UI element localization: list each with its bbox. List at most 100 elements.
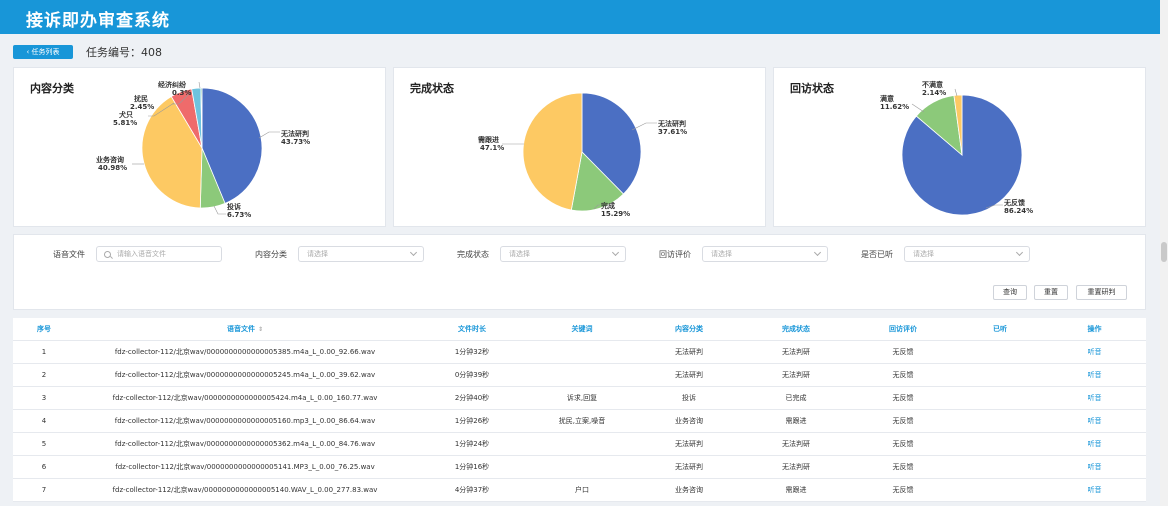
column-header: 完成状态 [743,318,849,341]
cell-status: 无法判研 [743,432,849,456]
slice-label-name: 投诉 [227,202,241,211]
cell-duration: 2分钟40秒 [415,386,529,410]
listened-select[interactable]: 请选择 [904,246,1030,262]
cell-no: 4 [13,409,75,433]
cell-status: 需跟进 [743,478,849,502]
cell-keywords: 扰民,立案,噪音 [529,409,635,433]
cell-listened [957,409,1043,433]
cell-category: 无法研判 [635,363,743,387]
visit-rating-select[interactable]: 请选择 [702,246,828,262]
slice-label-pct: 11.62% [880,103,909,111]
cell-visit: 无反馈 [849,455,957,479]
cell-visit: 无反馈 [849,478,957,502]
cell-listened [957,455,1043,479]
cell-file: fdz-collector-112/北京wav/0000000000000005… [75,386,415,410]
cell-status: 无法判研 [743,455,849,479]
scrollbar-thumb[interactable] [1161,242,1167,262]
chevron-down-icon [1015,248,1024,257]
cell-listened [957,340,1043,364]
task-audio-table: 序号 语音文件 ⇕ 文件时长 关键词 内容分类 完成状态 回访评价 已听 操作 1… [13,318,1146,502]
listened-filter-label: 是否已听 [861,250,893,259]
completion-status-select[interactable]: 请选择 [500,246,626,262]
reset-button[interactable]: 重置 [1034,285,1068,300]
cell-duration: 4分钟37秒 [415,478,529,502]
cell-visit: 无反馈 [849,386,957,410]
task-id-label: 任务编号：408 [86,46,162,59]
cell-file: fdz-collector-112/北京wav/0000000000000005… [75,432,415,456]
cell-no: 5 [13,432,75,456]
listen-link[interactable]: 听音 [1043,478,1146,502]
slice-label-name: 扰民 [134,94,148,103]
completion-status-card: 完成状态 无法研判 37.61% 完成 15.29% 需跟进 47.1% [393,67,766,227]
cell-keywords [529,340,635,364]
chevron-left-icon: ‹ [26,48,30,56]
cell-status: 无法判研 [743,340,849,364]
slice-label-pct: 2.14% [922,89,946,97]
cell-category: 业务咨询 [635,409,743,433]
sort-icon[interactable]: ⇕ [258,326,263,333]
cell-no: 3 [13,386,75,410]
column-header: 已听 [957,318,1043,341]
column-header: 关键词 [529,318,635,341]
cell-category: 无法研判 [635,432,743,456]
cell-duration: 1分钟32秒 [415,340,529,364]
listen-link[interactable]: 听音 [1043,409,1146,433]
listen-link[interactable]: 听音 [1043,363,1146,387]
column-header-sortable[interactable]: 语音文件 ⇕ [75,318,415,341]
cell-file: fdz-collector-112/北京wav/0000000000000005… [75,455,415,479]
listen-link[interactable]: 听音 [1043,386,1146,410]
listen-link[interactable]: 听音 [1043,340,1146,364]
back-button-label: 任务列表 [31,48,60,56]
chevron-down-icon [409,248,418,257]
page-scrollbar[interactable] [1160,0,1168,506]
column-header: 内容分类 [635,318,743,341]
cell-visit: 无反馈 [849,340,957,364]
cell-duration: 1分钟16秒 [415,455,529,479]
cell-category: 无法研判 [635,340,743,364]
audio-file-placeholder: 请输入语音文件 [117,250,166,258]
cell-file: fdz-collector-112/北京wav/0000000000000005… [75,478,415,502]
cell-listened [957,386,1043,410]
cell-keywords: 户口 [529,478,635,502]
chevron-down-icon [813,248,822,257]
visit-status-card: 回访状态 无反馈 86.24% 满意 11.62% 不满意 2.14% [773,67,1146,227]
listen-link[interactable]: 听音 [1043,455,1146,479]
chevron-down-icon [611,248,620,257]
slice-label-name: 不满意 [922,80,943,89]
cell-keywords [529,432,635,456]
table-header-row: 序号 语音文件 ⇕ 文件时长 关键词 内容分类 完成状态 回访评价 已听 操作 [13,318,1146,341]
cell-no: 2 [13,363,75,387]
content-category-card: 内容分类 无法研判 43.73% 投诉 6.73% 业务咨询 40.98% 犬只… [13,67,386,227]
cell-no: 1 [13,340,75,364]
slice-label-pct: 86.24% [1004,207,1033,215]
cell-keywords: 诉求,回复 [529,386,635,410]
pie-slice[interactable] [522,92,583,211]
slice-label-name: 经济纠纷 [158,80,186,89]
app-title: 接诉即办审查系统 [26,11,170,31]
select-placeholder: 请选择 [711,250,732,258]
audio-file-input[interactable]: 请输入语音文件 [96,246,222,262]
reset-judgement-button[interactable]: 重置研判 [1076,285,1127,300]
select-placeholder: 请选择 [509,250,530,258]
cell-status: 已完成 [743,386,849,410]
slice-label-name: 无法研判 [280,129,309,138]
cell-keywords [529,455,635,479]
slice-label-name: 无法研判 [657,119,686,128]
query-button[interactable]: 查询 [993,285,1027,300]
cell-visit: 无反馈 [849,409,957,433]
cell-file: fdz-collector-112/北京wav/0000000000000005… [75,340,415,364]
listen-link[interactable]: 听音 [1043,432,1146,456]
back-to-task-list-button[interactable]: ‹ 任务列表 [13,45,73,59]
content-category-pie: 无法研判 43.73% 投诉 6.73% 业务咨询 40.98% 犬只 5.81… [96,80,310,219]
slice-label-pct: 43.73% [281,138,310,146]
content-category-select[interactable]: 请选择 [298,246,424,262]
table-row: 3 fdz-collector-112/北京wav/000000000000000… [13,386,1146,410]
slice-label-pct: 40.98% [98,164,127,172]
column-header: 操作 [1043,318,1146,341]
slice-label-pct: 37.61% [658,128,687,136]
completion-status-pie: 无法研判 37.61% 完成 15.29% 需跟进 47.1% [478,92,687,218]
slice-label-pct: 5.81% [113,119,137,127]
slice-label-pct: 0.3% [172,89,191,97]
cell-visit: 无反馈 [849,432,957,456]
cell-no: 7 [13,478,75,502]
